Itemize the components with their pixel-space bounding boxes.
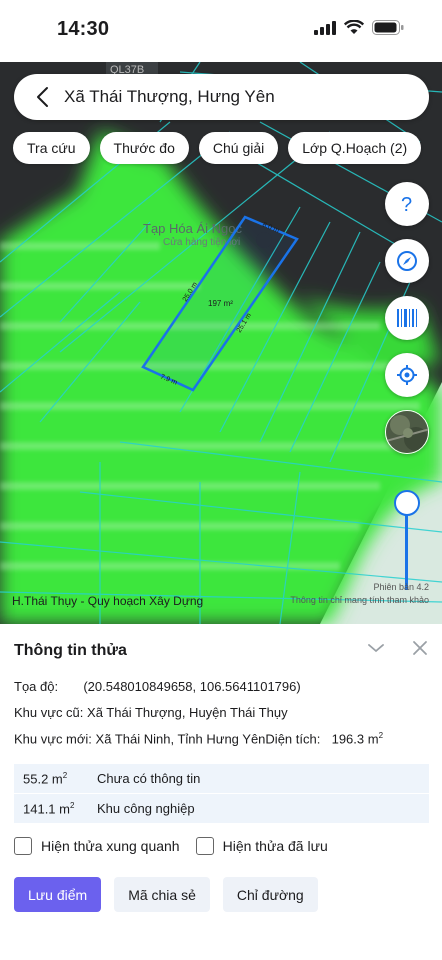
- acreage-value: 196.3 m: [331, 731, 379, 747]
- new-area-value: Xã Thái Ninh, Tỉnh Hưng Yên: [95, 731, 266, 747]
- disclaimer-note: Thông tin chỉ mang tính tham khảo: [290, 595, 429, 605]
- status-time: 14:30: [57, 18, 110, 40]
- coordinate-line: Tọa độ: (20.548010849658, 106.5641101796…: [14, 679, 301, 694]
- row-area: 141.1 m2: [23, 800, 75, 817]
- share-code-button[interactable]: Mã chia sẻ: [114, 877, 210, 912]
- saved-parcels-checkbox[interactable]: Hiện thửa đã lưu: [195, 837, 328, 855]
- chevron-left-icon: [37, 87, 48, 107]
- coordinate-label: Tọa độ:: [14, 679, 59, 694]
- compass-icon: [397, 251, 417, 271]
- planning-source-label: H.Thái Thụy - Quy hoạch Xây Dựng: [12, 594, 204, 608]
- table-row: 141.1 m2 Khu công nghiệp: [14, 794, 429, 823]
- help-button[interactable]: ?: [385, 182, 429, 226]
- old-area-label: Khu vực cũ:: [14, 705, 84, 720]
- row-description: Khu công nghiệp: [97, 801, 195, 816]
- compass-button[interactable]: [385, 239, 429, 283]
- opacity-slider-track[interactable]: [405, 505, 408, 590]
- barcode-button[interactable]: [385, 296, 429, 340]
- app-version: Phiên bản 4.2: [373, 582, 429, 592]
- land-use-table: 55.2 m2 Chưa có thông tin 141.1 m2 Khu c…: [14, 764, 429, 824]
- svg-text:?: ?: [401, 194, 412, 215]
- panel-actions: Lưu điểm Mã chia sẻ Chỉ đường: [14, 877, 318, 912]
- acreage-unit-superscript: 2: [378, 731, 384, 740]
- satellite-layer-icon: [386, 411, 428, 453]
- chip-measure[interactable]: Thước đo: [99, 132, 189, 164]
- help-icon: ?: [401, 194, 412, 215]
- status-icons: [314, 20, 404, 35]
- chevron-down-icon[interactable]: [366, 638, 386, 658]
- wifi-icon: [344, 20, 364, 34]
- directions-button[interactable]: Chỉ đường: [222, 877, 318, 912]
- battery-icon: [372, 20, 404, 35]
- my-location-icon: [397, 365, 417, 385]
- checkbox-box[interactable]: [195, 837, 214, 855]
- search-location-text[interactable]: Xã Thái Thượng, Hưng Yên: [64, 87, 275, 107]
- barcode-icon: [397, 309, 417, 327]
- satellite-layer-button[interactable]: [385, 410, 429, 454]
- save-point-button[interactable]: Lưu điểm: [14, 877, 102, 912]
- old-area-value: Xã Thái Thượng, Huyện Thái Thụy: [87, 705, 288, 720]
- close-icon[interactable]: [410, 638, 430, 658]
- back-button[interactable]: [20, 74, 64, 120]
- surrounding-parcels-checkbox[interactable]: Hiện thửa xung quanh: [14, 837, 180, 855]
- new-area-label: Khu vực mới:: [14, 731, 92, 747]
- old-area-line: Khu vực cũ: Xã Thái Thượng, Huyện Thái T…: [14, 705, 288, 720]
- panel-title: Thông tin thửa: [14, 642, 127, 659]
- table-row: 55.2 m2 Chưa có thông tin: [14, 764, 429, 793]
- checkbox-label: Hiện thửa xung quanh: [41, 838, 180, 854]
- checkbox-label: Hiện thửa đã lưu: [222, 838, 328, 854]
- tool-chips: Tra cứu Thước đo Chú giải Lớp Q.Hoạch (2…: [13, 132, 422, 164]
- checkbox-box[interactable]: [14, 837, 32, 855]
- chip-planning-layers[interactable]: Lớp Q.Hoạch (2): [288, 132, 422, 164]
- cellular-signal-icon: [314, 20, 336, 35]
- my-location-button[interactable]: [385, 353, 429, 397]
- display-options: Hiện thửa xung quanh Hiện thửa đã lưu: [14, 837, 328, 855]
- new-area-line: Khu vực mới: Xã Thái Ninh, Tỉnh Hưng Yên…: [14, 731, 383, 746]
- acreage-label: Diện tích:: [265, 731, 321, 747]
- coordinate-value: (20.548010849658, 106.5641101796): [83, 679, 301, 694]
- parcel-area-label: 197 m²: [208, 299, 233, 308]
- row-description: Chưa có thông tin: [97, 771, 201, 786]
- row-area: 55.2 m2: [23, 770, 68, 787]
- opacity-slider-handle[interactable]: [394, 490, 420, 516]
- search-bar[interactable]: Xã Thái Thượng, Hưng Yên: [14, 74, 429, 120]
- parcel-info-panel: Thông tin thửa Tọa độ: (20.548010849658,…: [0, 624, 442, 960]
- chip-lookup[interactable]: Tra cứu: [13, 132, 90, 164]
- chip-legend[interactable]: Chú giải: [198, 132, 279, 164]
- status-bar: 14:30: [0, 0, 442, 62]
- poi-name: Tạp Hóa Ái Ngọc: [143, 221, 242, 236]
